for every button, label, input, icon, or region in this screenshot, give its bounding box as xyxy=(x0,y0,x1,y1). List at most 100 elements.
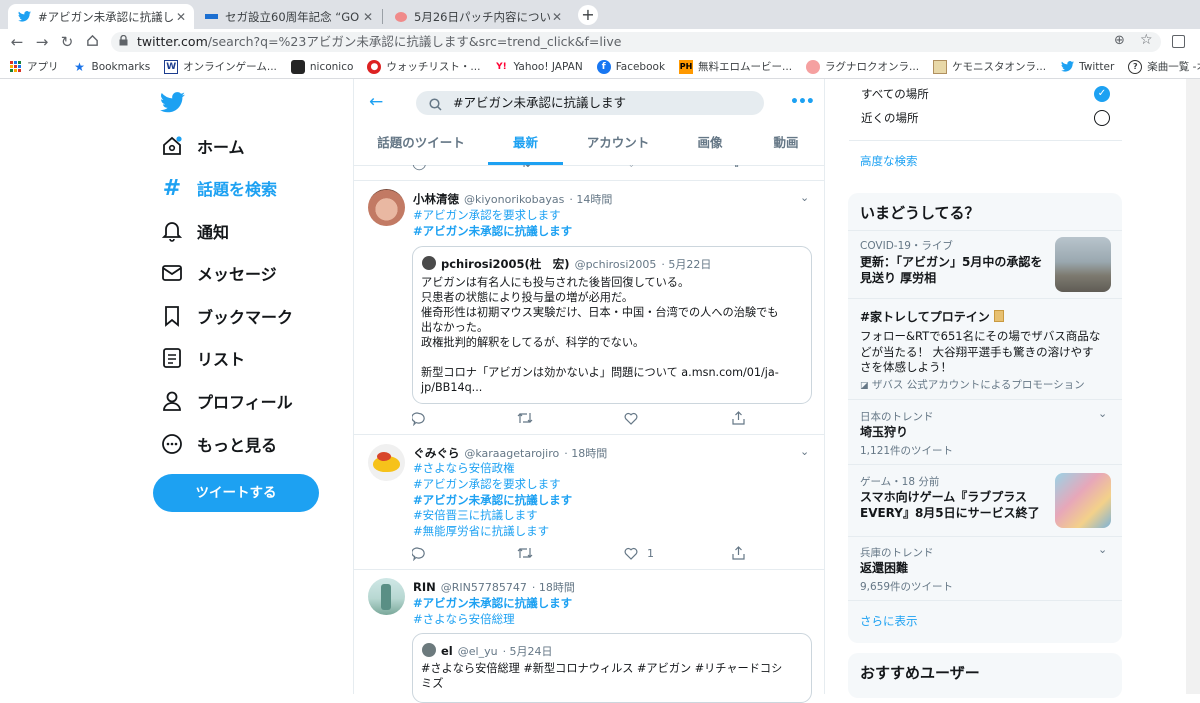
forward-icon[interactable]: → xyxy=(31,31,53,53)
nav-explore[interactable]: # 話題を検索 xyxy=(160,173,277,203)
news-thumbnail[interactable] xyxy=(1055,237,1111,292)
tab-accounts[interactable]: アカウント xyxy=(580,131,656,165)
trend-meta: ゲーム・18 分前 xyxy=(860,476,940,488)
previous-tweet-actions: ◯⇅♡⇪ xyxy=(412,165,742,172)
tab-close-icon[interactable]: ✕ xyxy=(174,10,188,24)
bookmark-watchlist[interactable]: ● ウォッチリスト・... xyxy=(367,59,480,74)
chevron-down-icon[interactable]: ⌄ xyxy=(800,191,809,204)
reply-icon[interactable] xyxy=(412,547,426,561)
divider xyxy=(353,180,825,181)
nav-messages[interactable]: メッセージ xyxy=(160,258,277,288)
back-icon[interactable]: ← xyxy=(6,31,28,53)
hashtag-link[interactable]: #安倍晋三に抗議します xyxy=(413,507,538,523)
star-icon[interactable]: ☆ xyxy=(1140,32,1153,48)
hashtag-link[interactable]: #無能厚労省に抗議します xyxy=(413,523,549,539)
hashtag-link[interactable]: #アビガン承認を要求します xyxy=(413,207,561,223)
quote-text-line: #さよなら安倍総理 #新型コロナウィルス #アビガン #リチャードコシ xyxy=(421,662,783,675)
bookmark-ragnarok[interactable]: ラグナロクオンラ... xyxy=(806,59,919,74)
reload-icon[interactable]: ↻ xyxy=(56,31,78,53)
check-icon[interactable]: ✓ xyxy=(1094,86,1110,102)
hashtag-link[interactable]: #さよなら安倍政権 xyxy=(413,460,515,476)
trend-title[interactable]: 見送り 厚労相 xyxy=(860,270,936,286)
avatar[interactable] xyxy=(368,189,405,226)
retweet-icon[interactable] xyxy=(517,411,533,425)
browser-tab-1[interactable]: #アビガン未承認に抗議します ✕ xyxy=(8,4,194,29)
home-button-icon[interactable] xyxy=(81,31,103,53)
tab-latest[interactable]: 最新 xyxy=(488,131,563,165)
like-icon[interactable] xyxy=(624,547,638,560)
tab-top[interactable]: 話題のツイート xyxy=(371,131,471,165)
bookmark-kemonista[interactable]: ケモニスタオンラ... xyxy=(933,59,1046,74)
tweet-button[interactable]: ツイートする xyxy=(153,474,319,512)
hashtag-link[interactable]: #アビガン未承認に抗議します xyxy=(413,492,572,508)
bookmark-bookmarks[interactable]: ★ Bookmarks xyxy=(73,60,150,74)
bookmark-yahoo[interactable]: Y! Yahoo! JAPAN xyxy=(494,60,583,74)
trend-title[interactable]: 埼玉狩り xyxy=(860,424,908,440)
chevron-down-icon[interactable]: ⌄ xyxy=(800,445,809,458)
nav-bookmarks[interactable]: ブックマーク xyxy=(160,301,293,331)
user-handle[interactable]: @karaagetarojiro xyxy=(464,447,559,460)
tab-close-icon[interactable]: ✕ xyxy=(361,10,375,24)
tweet-time[interactable]: · 18時間 xyxy=(564,445,607,461)
hashtag-link[interactable]: #アビガン未承認に抗議します xyxy=(413,595,572,611)
browser-tab-2[interactable]: セガ設立60周年記念 “GO SEGA ✕ xyxy=(195,4,381,29)
chevron-down-icon[interactable]: ⌄ xyxy=(1098,543,1107,556)
user-name[interactable]: RIN xyxy=(413,580,436,594)
advanced-search-link[interactable]: 高度な検索 xyxy=(860,153,918,169)
trend-title[interactable]: スマホ向けゲーム『ラブプラス xyxy=(860,489,1027,505)
user-handle[interactable]: @RIN57785747 xyxy=(441,581,527,594)
bookmark-facebook[interactable]: f Facebook xyxy=(596,59,665,74)
nav-more[interactable]: もっと見る xyxy=(160,429,277,459)
reply-icon[interactable] xyxy=(412,412,426,426)
nav-notifications[interactable]: 通知 xyxy=(160,216,229,246)
hashtag-link[interactable]: #アビガン未承認に抗議します xyxy=(413,223,572,239)
new-tab-button[interactable]: + xyxy=(578,5,598,25)
bookmark-apps[interactable]: アプリ xyxy=(8,59,59,74)
bookmark-online-game[interactable]: W オンラインゲーム... xyxy=(164,59,277,74)
browser-tab-3[interactable]: 5月26日パッチ内容について | ✕ xyxy=(384,4,570,29)
tab-videos[interactable]: 動画 xyxy=(756,131,816,165)
bookmark-niconico[interactable]: niconico xyxy=(290,59,353,74)
tweet-time[interactable]: · 14時間 xyxy=(569,191,612,207)
retweet-icon[interactable] xyxy=(517,546,533,560)
bookmark-twitter[interactable]: Twitter xyxy=(1060,60,1114,74)
user-name[interactable]: ぐみぐら xyxy=(413,445,459,461)
trend-title[interactable]: EVERY』8月5日にサービス終了 xyxy=(860,505,1040,521)
bookmark-ongeki[interactable]: ? 楽曲一覧 -オンゲー xyxy=(1128,59,1200,74)
share-icon[interactable] xyxy=(732,546,745,560)
chevron-down-icon[interactable]: ⌄ xyxy=(1098,407,1107,420)
tab-images[interactable]: 画像 xyxy=(680,131,740,165)
user-name[interactable]: 小林清徳 xyxy=(413,191,459,207)
tweet-time[interactable]: · 18時間 xyxy=(532,579,575,595)
hashtag-link[interactable]: #さよなら安倍総理 xyxy=(413,611,515,627)
zoom-plus-icon[interactable]: ⊕ xyxy=(1114,33,1125,48)
trend-promo-title[interactable]: #家トレしてプロテイン xyxy=(860,309,1004,325)
game-thumbnail[interactable] xyxy=(1055,473,1111,528)
more-options-icon[interactable]: ••• xyxy=(790,94,815,110)
share-icon[interactable] xyxy=(732,411,745,425)
lock-icon[interactable] xyxy=(119,34,128,49)
nav-label: 話題を検索 xyxy=(197,180,278,199)
url-text: twitter.com/search?q=%23アビガン未承認に抗議します&sr… xyxy=(137,33,621,51)
radio-nearby[interactable] xyxy=(1094,110,1110,126)
nav-lists[interactable]: リスト xyxy=(160,343,245,373)
tab-close-icon[interactable]: ✕ xyxy=(550,10,564,24)
location-everywhere-label: すべての場所 xyxy=(861,87,929,101)
scrollbar[interactable] xyxy=(1186,79,1200,694)
extension-icon[interactable] xyxy=(1172,35,1185,48)
nav-profile[interactable]: プロフィール xyxy=(160,386,293,416)
back-arrow-icon[interactable]: ← xyxy=(369,92,383,112)
user-handle[interactable]: @kiyonorikobayas xyxy=(464,193,564,206)
hashtag-link[interactable]: #アビガン承認を要求します xyxy=(413,476,561,492)
trend-title[interactable]: 返還困難 xyxy=(860,560,908,576)
trend-title[interactable]: 更新：「アビガン」5月中の承認を xyxy=(860,254,1042,270)
twitter-logo-icon[interactable] xyxy=(160,92,185,117)
show-more-link[interactable]: さらに表示 xyxy=(860,613,918,629)
nav-home[interactable]: ホーム xyxy=(160,131,245,161)
bookmark-icon xyxy=(160,304,184,328)
avatar[interactable] xyxy=(368,444,405,481)
avatar[interactable] xyxy=(368,578,405,615)
like-icon[interactable] xyxy=(624,412,638,425)
bookmark-ph[interactable]: PH 無料エロムービー... xyxy=(679,59,792,74)
promoted-label[interactable]: ◪ ザバス 公式アカウントによるプロモーション xyxy=(860,377,1085,392)
